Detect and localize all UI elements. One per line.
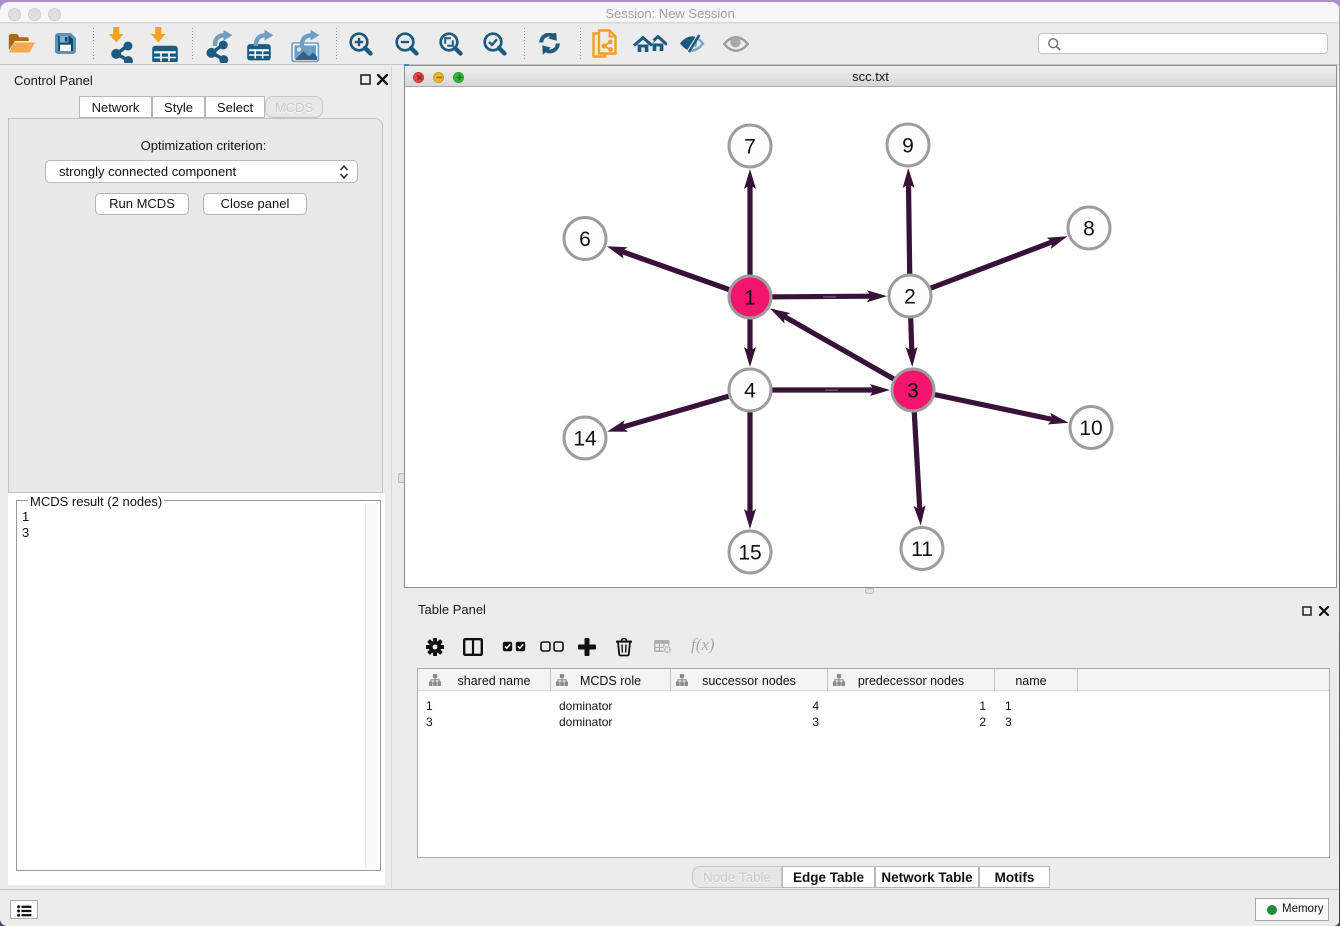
svg-text:8: 8 xyxy=(1083,218,1095,241)
svg-text:6: 6 xyxy=(579,228,591,251)
svg-text:10: 10 xyxy=(1079,417,1102,440)
svg-text:15: 15 xyxy=(738,542,761,565)
svg-text:f(x): f(x) xyxy=(691,636,715,654)
svg-text:1: 1 xyxy=(744,287,756,310)
svg-text:7: 7 xyxy=(744,136,756,159)
svg-text:2: 2 xyxy=(904,286,916,309)
svg-text:11: 11 xyxy=(911,538,933,561)
svg-text:3: 3 xyxy=(907,380,919,403)
svg-text:9: 9 xyxy=(902,135,914,158)
svg-text:4: 4 xyxy=(744,380,756,403)
svg-text:14: 14 xyxy=(573,428,597,451)
